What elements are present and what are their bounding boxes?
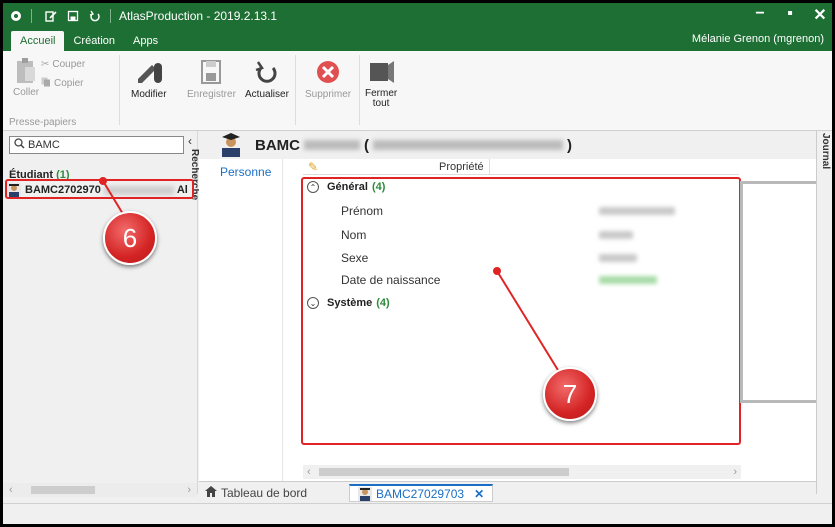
redacted-id [304,140,360,150]
tab-record[interactable]: BAMC27029703 ✕ [349,484,494,502]
save-icon [201,60,222,84]
scroll-left-icon[interactable]: ‹ [9,484,13,496]
title-separator [110,9,111,23]
copy-label: Copier [54,78,84,89]
record-header: BAMC ( ) [199,131,829,159]
scroll-thumb[interactable] [31,486,95,494]
user-name[interactable]: Mélanie Grenon (mgrenon) [692,33,824,45]
home-icon [205,486,217,500]
property-grid-header: ✎ Propriété [303,159,739,175]
tab-dashboard-label: Tableau de bord [221,486,308,500]
edit-quick-icon[interactable] [42,7,60,25]
window-controls: − ▪ ✕ [752,5,828,25]
search-box[interactable] [9,136,184,154]
redacted-name [373,140,563,150]
ribbon-separator [295,55,296,125]
search-icon [14,138,25,152]
close-all-label-line2: tout [372,98,390,109]
pencil-form-icon [137,63,162,83]
title-paren-open: ( [364,136,369,154]
delete-button[interactable]: Supprimer [305,57,351,100]
search-input[interactable] [28,139,168,151]
section-nav: Personne [199,159,283,481]
title-bar: AtlasProduction - 2019.2.13.1 − ▪ ✕ [3,3,832,29]
save-quick-icon[interactable] [64,7,82,25]
minimize-icon[interactable]: − [752,5,768,25]
scroll-right-icon[interactable]: › [187,484,191,496]
record-title-id: BAMC [255,136,300,154]
record-content: Personne ✎ Propriété ⌃ Général (4) Préno… [199,159,816,481]
scroll-left-icon[interactable]: ‹ [307,466,311,478]
pencil-icon: ✎ [307,159,319,174]
scroll-thumb[interactable] [319,468,569,476]
app-logo-icon [7,7,25,25]
modify-button[interactable]: Modifier [131,57,167,100]
document-tab-bar: Tableau de bord BAMC27029703 ✕ [199,481,816,503]
refresh-quick-icon[interactable] [86,7,104,25]
cut-label: Couper [52,59,86,70]
tab-apps[interactable]: Apps [124,31,167,51]
ribbon: Coller ✂ Couper Copier Presse-papiers Mo… [3,51,832,131]
column-header-propriete[interactable]: Propriété [439,161,484,173]
copy-button[interactable]: Copier [41,77,83,90]
content-horizontal-scrollbar[interactable]: ‹ › [303,465,741,479]
tab-accueil[interactable]: Accueil [11,31,65,51]
tab-tableau-de-bord[interactable]: Tableau de bord [205,484,307,502]
paste-icon [17,58,36,83]
callout-badge-6: 6 [103,211,157,265]
left-horizontal-scrollbar[interactable]: ‹ › [3,483,197,497]
side-panel-frame [740,181,816,403]
close-all-button[interactable]: Fermer tout [365,57,397,109]
title-separator [31,9,32,23]
collapse-left-pane-icon[interactable]: ‹ [188,134,192,148]
modify-label: Modifier [131,89,167,100]
app-window: AtlasProduction - 2019.2.13.1 − ▪ ✕ Accu… [3,3,832,524]
close-tab-icon[interactable]: ✕ [474,487,484,501]
close-icon[interactable]: ✕ [812,5,828,25]
clipboard-group-label: Presse-papiers [9,117,77,128]
refresh-label: Actualiser [245,89,289,100]
right-side-strip [816,131,832,494]
paste-button[interactable]: Coller [13,57,39,98]
status-bar [3,503,832,524]
save-button[interactable]: Enregistrer [187,57,236,100]
vertical-tab-journal[interactable]: Journal [820,133,831,169]
maximize-icon[interactable]: ▪ [782,5,798,25]
nav-item-personne[interactable]: Personne [220,165,271,179]
ribbon-separator [359,55,360,125]
search-pane: ‹ Recherche Étudiant (1) BAMC2702970 Al … [3,131,200,497]
callout-badge-7: 7 [543,367,597,421]
save-label: Enregistrer [187,89,236,100]
copy-icon [41,77,51,90]
delete-icon [317,61,340,83]
column-divider[interactable] [489,159,490,175]
refresh-icon [255,61,277,83]
tab-creation[interactable]: Création [64,31,124,51]
title-paren-close: ) [567,136,572,154]
record-title: BAMC ( ) [255,137,572,154]
ribbon-tab-bar: Accueil Création Apps Mélanie Grenon (mg… [3,29,832,51]
paste-label: Coller [13,87,40,98]
scissors-icon: ✂ [41,59,50,70]
window-title: AtlasProduction - 2019.2.13.1 [119,9,278,23]
cut-button[interactable]: ✂ Couper [41,59,85,70]
student-avatar-icon [358,486,372,501]
scroll-right-icon[interactable]: › [733,466,737,478]
refresh-button[interactable]: Actualiser [245,57,289,100]
ribbon-separator [119,55,120,125]
tab-record-label: BAMC27029703 [376,486,465,501]
close-all-icon [370,61,395,83]
annotation-highlight-7 [301,177,741,445]
delete-label: Supprimer [305,89,352,100]
annotation-highlight-6 [5,179,194,199]
record-avatar-icon [219,133,243,157]
